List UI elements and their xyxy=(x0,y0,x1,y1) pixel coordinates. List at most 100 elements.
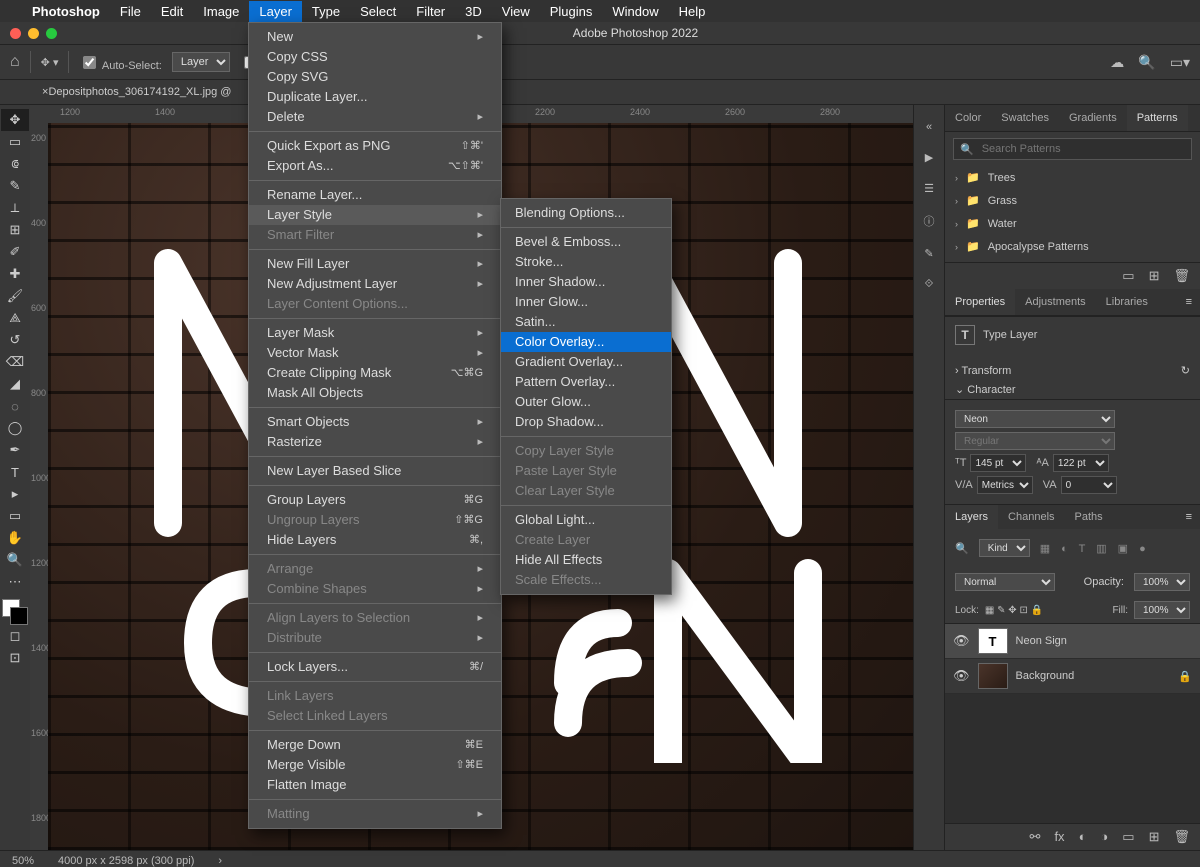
close-window-icon[interactable] xyxy=(10,28,21,39)
menu-item[interactable]: Group Layers⌘G xyxy=(249,490,501,510)
submenu-item[interactable]: Blending Options... xyxy=(501,203,671,223)
blur-tool[interactable]: ◌ xyxy=(1,395,29,417)
minimize-window-icon[interactable] xyxy=(28,28,39,39)
quick-select-tool[interactable]: ✎ xyxy=(1,175,29,197)
menu-item[interactable]: Lock Layers...⌘/ xyxy=(249,657,501,677)
group-icon[interactable]: ▭ xyxy=(1122,829,1134,845)
menu-item[interactable]: Vector Mask xyxy=(249,343,501,363)
auto-select-target[interactable]: Layer xyxy=(172,52,230,72)
hand-tool[interactable]: ✋ xyxy=(1,527,29,549)
zoom-tool[interactable]: 🔍 xyxy=(1,549,29,571)
tab-patterns[interactable]: Patterns xyxy=(1127,105,1188,131)
menu-window[interactable]: Window xyxy=(602,1,668,22)
marquee-tool[interactable]: ▭ xyxy=(1,131,29,153)
tab-adjustments[interactable]: Adjustments xyxy=(1015,289,1096,315)
tab-swatches[interactable]: Swatches xyxy=(991,105,1059,131)
submenu-item[interactable]: Inner Shadow... xyxy=(501,272,671,292)
font-size-field[interactable]: ᵀT145 pt xyxy=(955,454,1026,472)
tab-libraries[interactable]: Libraries xyxy=(1096,289,1158,315)
heal-tool[interactable]: ✚ xyxy=(1,263,29,285)
menu-item[interactable]: Rename Layer... xyxy=(249,185,501,205)
zoom-level[interactable]: 50% xyxy=(12,855,34,867)
panel-menu-icon[interactable]: ≡ xyxy=(1186,296,1200,308)
opacity-field[interactable]: 100% xyxy=(1134,573,1190,591)
doc-dimensions[interactable]: 4000 px x 2598 px (300 ppi) xyxy=(58,855,194,867)
mask-icon[interactable]: ◐ xyxy=(1079,829,1087,845)
tab-paths[interactable]: Paths xyxy=(1065,505,1113,529)
pattern-folder[interactable]: ›📁Water xyxy=(945,212,1200,235)
color-swatch[interactable] xyxy=(2,599,28,625)
transform-section[interactable]: › Transform↻ xyxy=(945,361,1200,380)
character-section[interactable]: ⌄ Character xyxy=(945,380,1200,399)
menu-help[interactable]: Help xyxy=(669,1,716,22)
menu-item[interactable]: Layer Style xyxy=(249,205,501,225)
search-icon[interactable]: 🔍 xyxy=(1138,54,1155,71)
menu-item[interactable]: Create Clipping Mask⌥⌘G xyxy=(249,363,501,383)
menu-item[interactable]: Copy SVG xyxy=(249,67,501,87)
menu-item[interactable]: Rasterize xyxy=(249,432,501,452)
font-style-select[interactable]: Regular xyxy=(955,432,1115,450)
submenu-item[interactable]: Hide All Effects xyxy=(501,550,671,570)
brush-settings-icon[interactable]: ✎ xyxy=(924,247,933,260)
menu-item[interactable]: New Fill Layer xyxy=(249,254,501,274)
history-brush-tool[interactable]: ↺ xyxy=(1,329,29,351)
submenu-item[interactable]: Color Overlay... xyxy=(501,332,671,352)
auto-select-check[interactable]: Auto-Select: xyxy=(79,53,161,72)
document-tab[interactable]: × Depositphotos_306174192_XL.jpg @ xyxy=(0,80,1200,105)
menu-plugins[interactable]: Plugins xyxy=(540,1,603,22)
home-icon[interactable]: ⌂ xyxy=(10,53,20,71)
tab-channels[interactable]: Channels xyxy=(998,505,1064,529)
stamp-tool[interactable]: ⟁ xyxy=(1,307,29,329)
link-layers-icon[interactable]: ⚯ xyxy=(1030,829,1041,845)
maximize-window-icon[interactable] xyxy=(46,28,57,39)
menu-file[interactable]: File xyxy=(110,1,151,22)
menu-item[interactable]: Merge Down⌘E xyxy=(249,735,501,755)
path-select-tool[interactable]: ▸ xyxy=(1,483,29,505)
submenu-item[interactable]: Gradient Overlay... xyxy=(501,352,671,372)
menu-item[interactable]: Flatten Image xyxy=(249,775,501,795)
adjustment-icon[interactable]: ◑ xyxy=(1100,829,1108,845)
menu-item[interactable]: Layer Mask xyxy=(249,323,501,343)
brush-tool[interactable]: 🖌 xyxy=(1,285,29,307)
cloud-icon[interactable]: ☁ xyxy=(1110,54,1124,71)
eyedropper-tool[interactable]: ✐ xyxy=(1,241,29,263)
eraser-tool[interactable]: ⌫ xyxy=(1,351,29,373)
submenu-item[interactable]: Drop Shadow... xyxy=(501,412,671,432)
delete-layer-icon[interactable]: 🗑 xyxy=(1173,829,1190,845)
lasso-tool[interactable]: ⟃ xyxy=(1,153,29,175)
workspace-icon[interactable]: ▭▾ xyxy=(1170,54,1190,71)
submenu-item[interactable]: Outer Glow... xyxy=(501,392,671,412)
layer-filter-kind[interactable]: Kind xyxy=(979,539,1030,557)
shape-tool[interactable]: ▭ xyxy=(1,505,29,527)
menu-item[interactable]: New xyxy=(249,27,501,47)
menu-item[interactable]: New Adjustment Layer xyxy=(249,274,501,294)
new-layer-icon[interactable]: ⊞ xyxy=(1149,829,1160,845)
menu-item[interactable]: Quick Export as PNG⇧⌘' xyxy=(249,136,501,156)
submenu-item[interactable]: Global Light... xyxy=(501,510,671,530)
layer-row[interactable]: 👁TNeon Sign xyxy=(945,624,1200,659)
menu-item[interactable]: Merge Visible⇧⌘E xyxy=(249,755,501,775)
submenu-item[interactable]: Bevel & Emboss... xyxy=(501,232,671,252)
menu-item[interactable]: Hide Layers⌘, xyxy=(249,530,501,550)
fx-icon[interactable]: fx xyxy=(1054,829,1064,845)
menu-layer[interactable]: Layer xyxy=(249,1,302,22)
submenu-item[interactable]: Stroke... xyxy=(501,252,671,272)
visibility-icon[interactable]: 👁 xyxy=(953,668,970,684)
move-tool[interactable]: ✥ xyxy=(1,109,29,131)
menu-item[interactable]: Delete xyxy=(249,107,501,127)
new-pattern-icon[interactable]: ⊞ xyxy=(1149,268,1160,284)
pattern-folder[interactable]: ›📁Grass xyxy=(945,189,1200,212)
layer-filter-icons[interactable]: ▦ ◐ T ▥ ▣ ● xyxy=(1040,542,1150,555)
tab-properties[interactable]: Properties xyxy=(945,289,1015,315)
layer-row[interactable]: 👁Background🔒 xyxy=(945,659,1200,694)
menu-item[interactable]: New Layer Based Slice xyxy=(249,461,501,481)
move-tool-icon[interactable]: ✥ ▾ xyxy=(41,56,59,69)
pattern-folder[interactable]: ›📁Apocalypse Patterns xyxy=(945,235,1200,258)
mask-mode[interactable]: ◻ xyxy=(1,625,29,647)
menu-image[interactable]: Image xyxy=(193,1,249,22)
clone-icon[interactable]: ⟐ xyxy=(925,278,934,291)
pen-tool[interactable]: ✒ xyxy=(1,439,29,461)
menu-item[interactable]: Duplicate Layer... xyxy=(249,87,501,107)
patterns-search[interactable]: 🔍 xyxy=(953,138,1192,160)
visibility-icon[interactable]: 👁 xyxy=(953,633,970,649)
